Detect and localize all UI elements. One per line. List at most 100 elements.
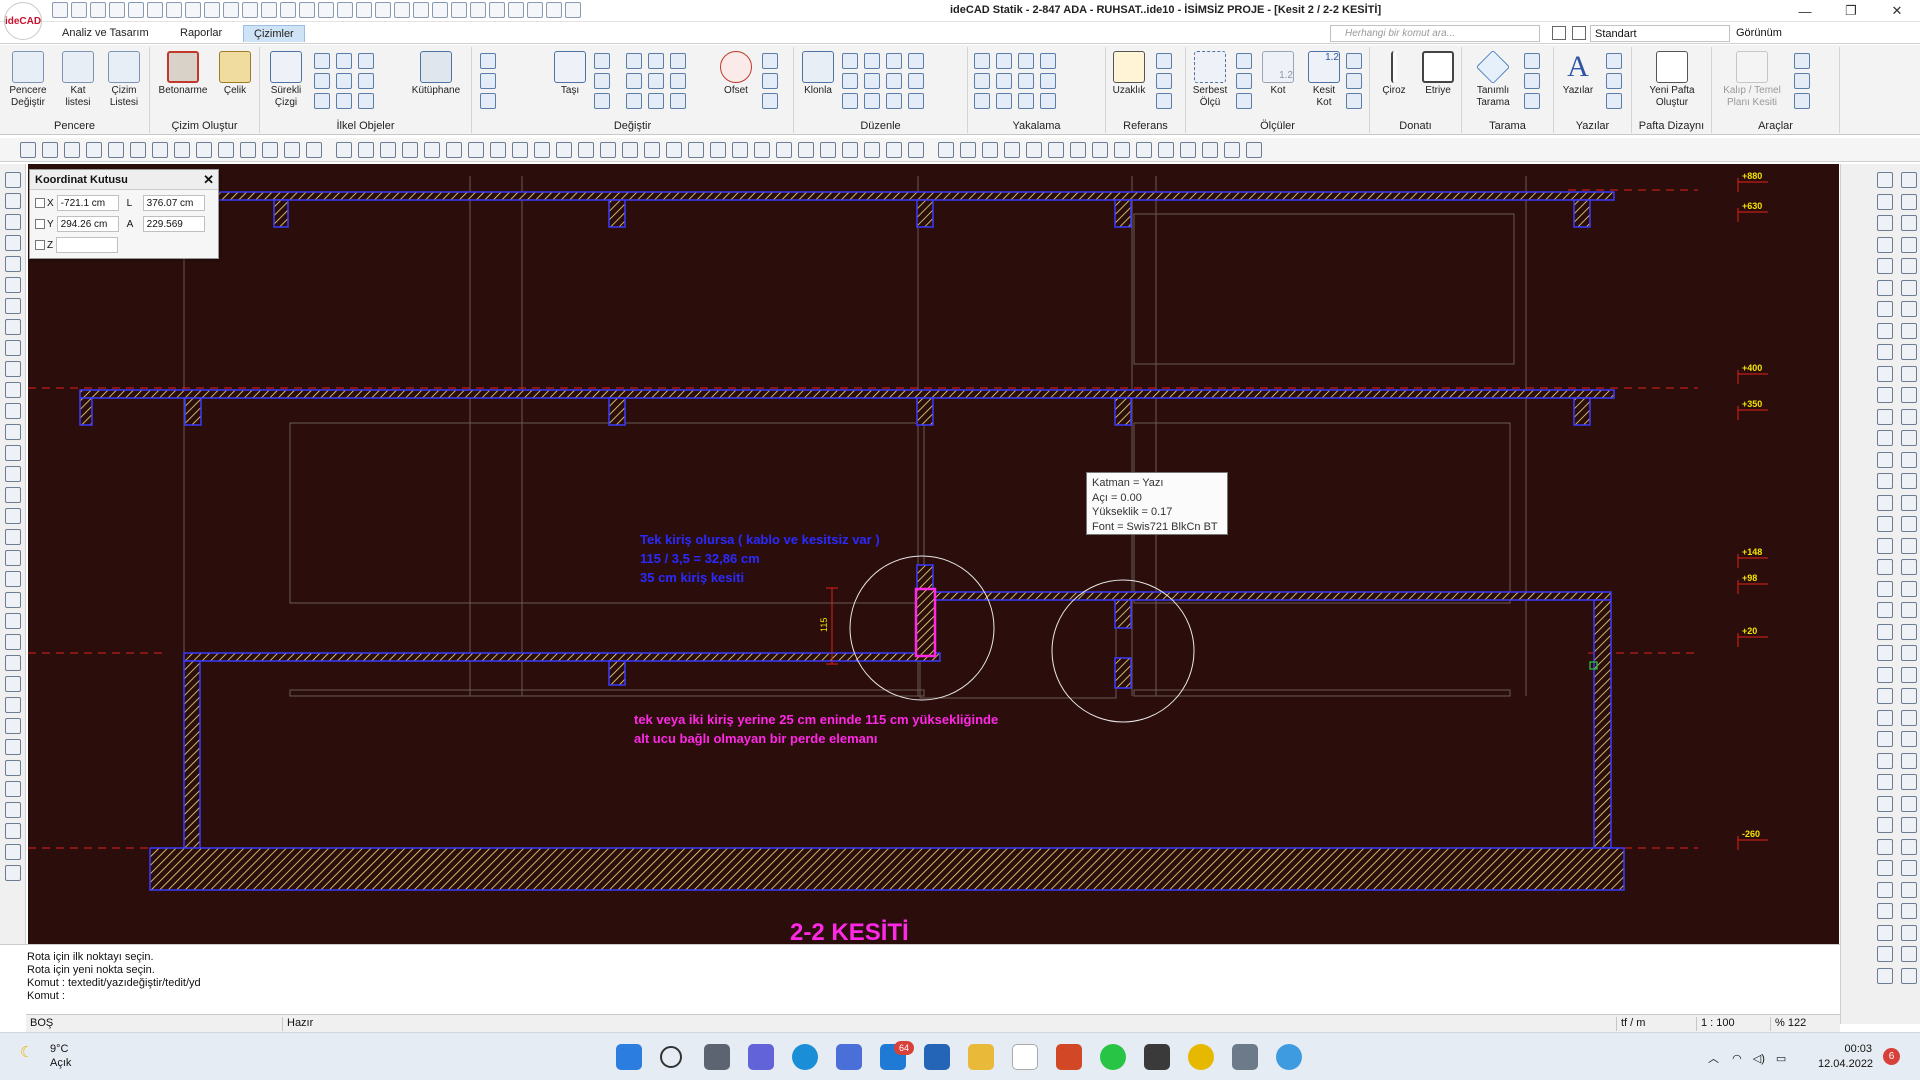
side-tool-icon[interactable]: [1901, 215, 1917, 231]
tool-table-icon[interactable]: [1794, 73, 1810, 89]
kalip-temel-button[interactable]: Kalıp / Temel Planı Kesiti: [1716, 51, 1788, 109]
side-tool-icon[interactable]: [1901, 236, 1917, 253]
side-tool-icon[interactable]: [1877, 301, 1893, 317]
toolbar-tool-icon[interactable]: [402, 142, 418, 158]
kot-button[interactable]: 1.2 Kot: [1258, 51, 1298, 97]
snap-quad-icon[interactable]: [974, 93, 990, 109]
tasi-button[interactable]: Taşı: [552, 51, 588, 97]
toolbar-tool-icon[interactable]: [820, 142, 836, 158]
side-tool-icon[interactable]: [1877, 516, 1893, 532]
circle-icon[interactable]: [336, 73, 352, 89]
side-tool-icon[interactable]: [1877, 537, 1893, 554]
side-tool-icon[interactable]: [5, 403, 21, 419]
toolbar-tool-icon[interactable]: [908, 142, 924, 158]
side-tool-icon[interactable]: [5, 529, 21, 545]
snap-off-icon[interactable]: [1040, 93, 1056, 109]
kat-listesi-button[interactable]: Kat listesi: [58, 51, 98, 109]
side-tool-icon[interactable]: [1877, 193, 1893, 210]
command-search-input[interactable]: Herhangi bir komut ara...: [1330, 25, 1540, 42]
text-edit-icon[interactable]: [842, 93, 858, 109]
home-icon[interactable]: [52, 2, 68, 18]
side-tool-icon[interactable]: [1877, 602, 1893, 618]
toolbar-tool-icon[interactable]: [86, 142, 102, 158]
idecad-taskbar-icon[interactable]: [1144, 1044, 1170, 1070]
side-tool-icon[interactable]: [1877, 322, 1893, 339]
side-tool-icon[interactable]: [1901, 580, 1917, 597]
side-tool-icon[interactable]: [1901, 258, 1917, 274]
toolbar-tool-icon[interactable]: [1202, 142, 1218, 158]
store-icon[interactable]: [836, 1044, 862, 1070]
side-tool-icon[interactable]: [1877, 451, 1893, 468]
layer-status[interactable]: BOŞ: [26, 1017, 281, 1031]
toolbar-tool-icon[interactable]: [218, 142, 234, 158]
purge-icon[interactable]: [908, 93, 924, 109]
fillet-icon[interactable]: [648, 53, 664, 69]
dim-radius-icon[interactable]: [1236, 93, 1252, 109]
toolbar-tool-icon[interactable]: [20, 142, 36, 158]
side-tool-icon[interactable]: [5, 865, 21, 881]
measure-icon[interactable]: [413, 2, 429, 18]
toolbar-tool-icon[interactable]: [886, 142, 902, 158]
side-tool-icon[interactable]: [1901, 645, 1917, 661]
toolbar-tool-icon[interactable]: [600, 142, 616, 158]
side-tool-icon[interactable]: [1901, 666, 1917, 683]
side-tool-icon[interactable]: [1901, 172, 1917, 188]
snap-int-icon[interactable]: [974, 73, 990, 89]
search-icon[interactable]: [660, 1046, 682, 1068]
toolbar-tool-icon[interactable]: [152, 142, 168, 158]
ofset-button[interactable]: Ofset: [716, 51, 756, 97]
globe-icon[interactable]: [1276, 1044, 1302, 1070]
toolbar-tool-icon[interactable]: [446, 142, 462, 158]
y-lock-checkbox[interactable]: [35, 219, 45, 229]
side-tool-icon[interactable]: [1901, 537, 1917, 554]
magenta-note[interactable]: tek veya iki kiriş yerine 25 cm eninde 1…: [634, 712, 998, 746]
explode-icon[interactable]: [670, 73, 686, 89]
toolbar-tool-icon[interactable]: [1070, 142, 1086, 158]
side-tool-icon[interactable]: [1901, 473, 1917, 489]
ciroz-button[interactable]: Çiroz: [1374, 51, 1414, 97]
side-tool-icon[interactable]: [5, 340, 21, 356]
side-tool-icon[interactable]: [1901, 408, 1917, 425]
side-tool-icon[interactable]: [1901, 817, 1917, 833]
side-tool-icon[interactable]: [5, 802, 21, 818]
side-tool-icon[interactable]: [1901, 946, 1917, 962]
toolbar-tool-icon[interactable]: [1048, 142, 1064, 158]
tab-analiz[interactable]: Analiz ve Tasarım: [52, 25, 159, 42]
toolbar-tool-icon[interactable]: [380, 142, 396, 158]
track-icon[interactable]: [299, 2, 315, 18]
toolbar-tool-icon[interactable]: [336, 142, 352, 158]
toolbar-tool-icon[interactable]: [1026, 142, 1042, 158]
side-tool-icon[interactable]: [1877, 430, 1893, 446]
side-tool-icon[interactable]: [1901, 516, 1917, 532]
kesit-kot-button[interactable]: 1.2 Kesit Kot: [1304, 51, 1344, 109]
side-tool-icon[interactable]: [1901, 752, 1917, 769]
weather-widget[interactable]: ☾ 9°C Açık: [20, 1042, 71, 1070]
wifi-icon[interactable]: ◠: [1732, 1053, 1742, 1065]
toolbar-tool-icon[interactable]: [960, 142, 976, 158]
app-icon[interactable]: [924, 1044, 950, 1070]
area-icon[interactable]: [1156, 53, 1172, 69]
toolbar-tool-icon[interactable]: [842, 142, 858, 158]
rotate-icon[interactable]: [451, 2, 467, 18]
snap-end-icon[interactable]: [974, 53, 990, 69]
export-icon[interactable]: [527, 2, 543, 18]
erase-icon[interactable]: [670, 93, 686, 109]
side-tool-icon[interactable]: [1877, 215, 1893, 231]
side-tool-icon[interactable]: [1877, 580, 1893, 597]
toolbar-tool-icon[interactable]: [578, 142, 594, 158]
hatch-icon[interactable]: [314, 93, 330, 109]
toolbar-tool-icon[interactable]: [174, 142, 190, 158]
kutuphane-button[interactable]: Kütüphane: [406, 51, 466, 97]
toolbar-tool-icon[interactable]: [534, 142, 550, 158]
task-view-icon[interactable]: [704, 1044, 730, 1070]
side-tool-icon[interactable]: [1901, 623, 1917, 640]
hatch-solid-icon[interactable]: [1524, 73, 1540, 89]
polar-icon[interactable]: [261, 2, 277, 18]
teams-icon[interactable]: [748, 1044, 774, 1070]
side-tool-icon[interactable]: [5, 298, 21, 314]
toolbar-tool-icon[interactable]: [556, 142, 572, 158]
toolbar-tool-icon[interactable]: [490, 142, 506, 158]
toolbar-tool-icon[interactable]: [864, 142, 880, 158]
close-icon[interactable]: ✕: [203, 172, 214, 188]
side-tool-icon[interactable]: [1901, 860, 1917, 876]
